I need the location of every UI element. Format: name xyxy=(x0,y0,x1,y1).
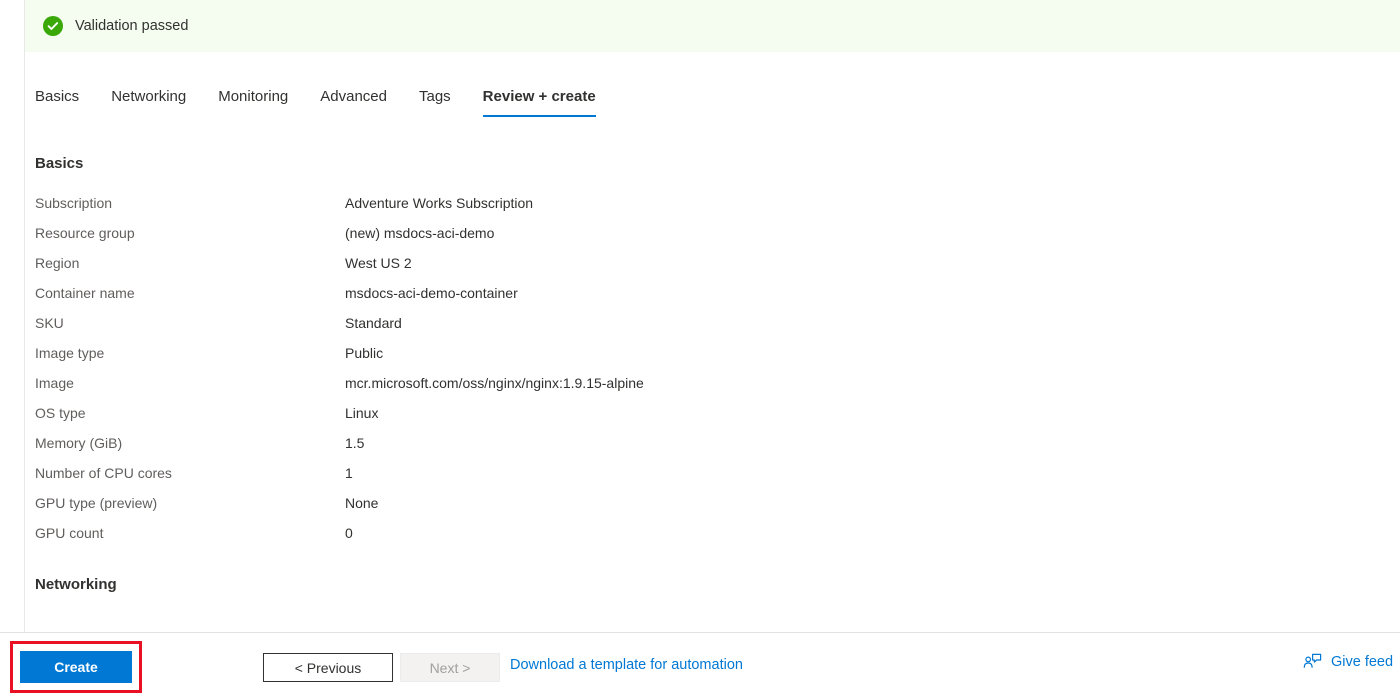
person-feedback-icon xyxy=(1303,653,1322,671)
give-feedback-label: Give feed xyxy=(1331,654,1394,670)
validation-banner: Validation passed xyxy=(25,0,1400,52)
tab-networking[interactable]: Networking xyxy=(111,86,186,117)
row-label: Image type xyxy=(35,345,105,361)
row-label: GPU type (preview) xyxy=(35,495,158,511)
wizard-tabs: Basics Networking Monitoring Advanced Ta… xyxy=(25,86,1400,126)
row-label: SKU xyxy=(35,315,64,331)
table-row: SKU Standard xyxy=(35,308,835,338)
row-label: Resource group xyxy=(35,225,135,241)
row-value: None xyxy=(345,495,379,511)
table-row: GPU type (preview) None xyxy=(35,488,835,518)
validation-message: Validation passed xyxy=(75,17,189,34)
tab-advanced[interactable]: Advanced xyxy=(320,86,387,117)
tab-review-create[interactable]: Review + create xyxy=(482,86,596,117)
row-value: Public xyxy=(345,345,384,361)
next-button[interactable]: Next > xyxy=(400,653,500,682)
table-row: Region West US 2 xyxy=(35,248,835,278)
row-label: OS type xyxy=(35,405,86,421)
tab-monitoring[interactable]: Monitoring xyxy=(218,86,288,117)
table-row: Subscription Adventure Works Subscriptio… xyxy=(35,188,835,218)
row-value: (new) msdocs-aci-demo xyxy=(345,225,495,241)
row-label: Number of CPU cores xyxy=(35,465,172,481)
row-value: West US 2 xyxy=(345,255,412,271)
previous-button[interactable]: < Previous xyxy=(263,653,393,682)
table-row: Container name msdocs-aci-demo-container xyxy=(35,278,835,308)
row-label: GPU count xyxy=(35,525,104,541)
tab-basics[interactable]: Basics xyxy=(35,86,79,117)
row-label: Image xyxy=(35,375,74,391)
row-label: Memory (GiB) xyxy=(35,435,123,451)
table-row: Number of CPU cores 1 xyxy=(35,458,835,488)
review-content: Basics Subscription Adventure Works Subs… xyxy=(25,155,1400,593)
left-rail-divider xyxy=(0,0,25,632)
table-row: OS type Linux xyxy=(35,398,835,428)
row-value: 1 xyxy=(345,465,353,481)
table-row: Image mcr.microsoft.com/oss/nginx/nginx:… xyxy=(35,368,835,398)
row-value: Adventure Works Subscription xyxy=(345,195,534,211)
azure-create-container-instance-page: Validation passed Basics Networking Moni… xyxy=(0,0,1400,700)
row-value: 0 xyxy=(345,525,353,541)
row-value: Linux xyxy=(345,405,379,421)
check-circle-icon xyxy=(43,16,63,36)
row-value: msdocs-aci-demo-container xyxy=(345,285,518,301)
row-value: 1.5 xyxy=(345,435,365,451)
row-label: Subscription xyxy=(35,195,113,211)
table-row: Image type Public xyxy=(35,338,835,368)
row-value: mcr.microsoft.com/oss/nginx/nginx:1.9.15… xyxy=(345,375,644,391)
tab-tags[interactable]: Tags xyxy=(419,86,451,117)
row-label: Region xyxy=(35,255,80,271)
give-feedback-button[interactable]: Give feed xyxy=(1303,653,1393,671)
table-row: Memory (GiB) 1.5 xyxy=(35,428,835,458)
table-row: Resource group (new) msdocs-aci-demo xyxy=(35,218,835,248)
create-button[interactable]: Create xyxy=(20,651,132,683)
download-template-link[interactable]: Download a template for automation xyxy=(510,657,743,673)
basics-summary-table: Subscription Adventure Works Subscriptio… xyxy=(35,188,835,548)
section-title-basics: Basics xyxy=(35,155,84,172)
section-title-networking: Networking xyxy=(35,576,117,593)
row-value: Standard xyxy=(345,315,402,331)
table-row: GPU count 0 xyxy=(35,518,835,548)
row-label: Container name xyxy=(35,285,135,301)
